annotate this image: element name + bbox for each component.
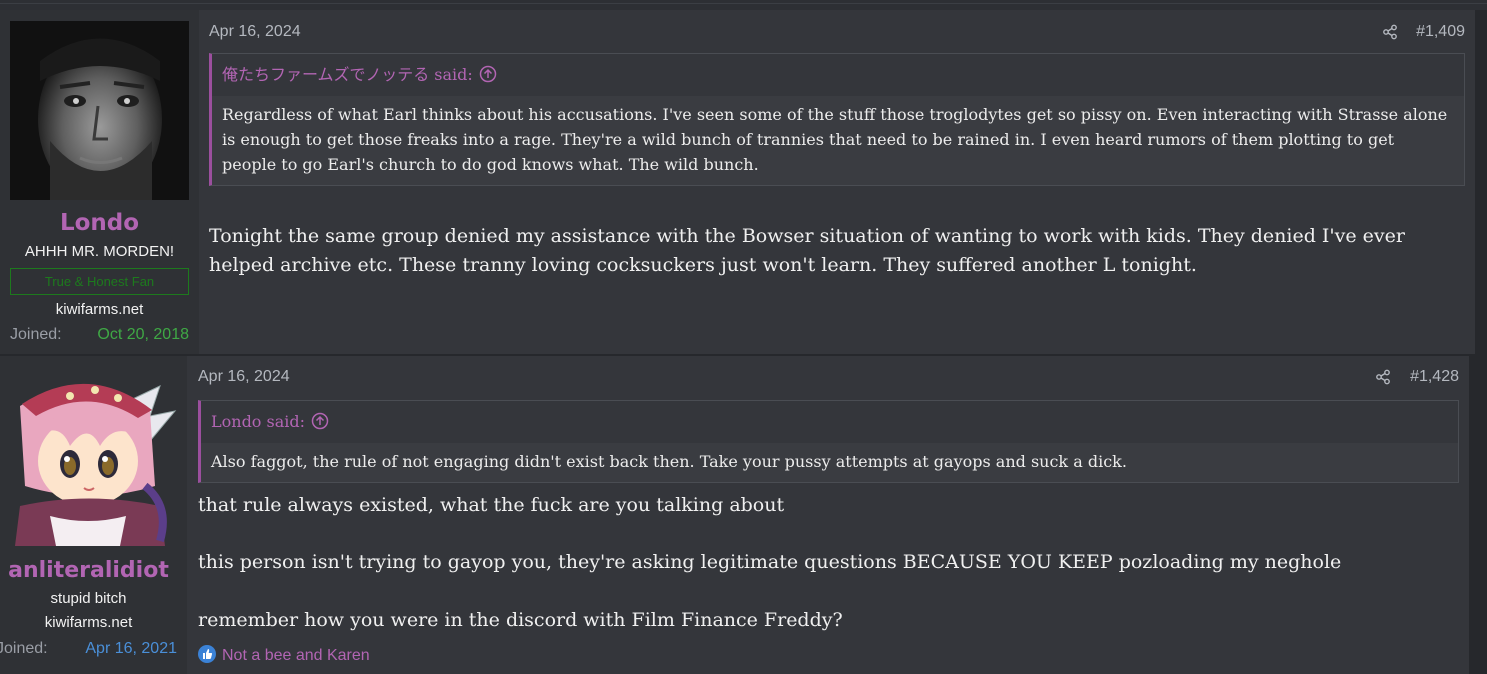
share-icon[interactable] xyxy=(1375,369,1391,385)
user-info-panel: Londo AHHH MR. MORDEN! True & Honest Fan… xyxy=(0,10,199,354)
post-number[interactable]: #1,428 xyxy=(1410,368,1459,386)
post-date[interactable]: Apr 16, 2024 xyxy=(198,368,290,386)
username[interactable]: Londo xyxy=(0,210,199,236)
like-icon xyxy=(198,645,216,663)
joined-label: Joined: xyxy=(10,326,62,343)
message-line: this person isn't trying to gayop you, t… xyxy=(198,551,1342,573)
share-icon[interactable] xyxy=(1382,24,1398,40)
user-site: kiwifarms.net xyxy=(44,614,133,631)
username[interactable]: anliteralidiot xyxy=(0,558,177,583)
post-body: Apr 16, 2024 #1,409 俺たちファームズでノッテる said: … xyxy=(199,10,1475,354)
quote-block: Londo said: Also faggot, the rule of not… xyxy=(198,400,1459,483)
user-banner: True & Honest Fan xyxy=(10,268,189,295)
quote-block: 俺たちファームズでノッテる said: Regardless of what E… xyxy=(209,53,1465,186)
user-title: AHHH MR. MORDEN! xyxy=(24,243,175,260)
joined-date: Oct 20, 2018 xyxy=(97,326,189,343)
post-number[interactable]: #1,409 xyxy=(1416,23,1465,41)
avatar[interactable] xyxy=(0,366,177,546)
user-info-panel: anliteralidiot stupid bitch kiwifarms.ne… xyxy=(0,356,187,674)
user-site: kiwifarms.net xyxy=(55,301,144,318)
joined-date: Apr 16, 2021 xyxy=(85,640,177,657)
quote-text: Regardless of what Earl thinks about his… xyxy=(222,105,1448,174)
post-body: Apr 16, 2024 #1,428 Londo said: Also fag… xyxy=(187,356,1469,674)
previous-post-edge xyxy=(0,0,1487,10)
reactions-users[interactable]: Not a bee and Karen xyxy=(222,647,370,664)
quote-author[interactable]: 俺たちファームズでノッテる said: xyxy=(222,65,473,84)
message-text: Tonight the same group denied my assista… xyxy=(209,225,1405,276)
message-line: remember how you were in the discord wit… xyxy=(198,609,843,631)
quote-text: Also faggot, the rule of not engaging di… xyxy=(211,452,1127,471)
post-date[interactable]: Apr 16, 2024 xyxy=(209,23,301,41)
quote-header[interactable]: 俺たちファームズでノッテる said: xyxy=(212,54,1464,96)
arrow-up-circle-icon[interactable] xyxy=(479,57,497,83)
joined-label: Joined: xyxy=(0,640,48,657)
message-line: that rule always existed, what the fuck … xyxy=(198,494,785,516)
avatar[interactable] xyxy=(10,21,189,200)
reactions-bar[interactable]: Not a bee and Karen xyxy=(198,645,370,665)
post: Londo AHHH MR. MORDEN! True & Honest Fan… xyxy=(0,10,1475,354)
arrow-up-circle-icon[interactable] xyxy=(311,404,329,430)
quote-author[interactable]: Londo said: xyxy=(211,412,305,431)
user-title: stupid bitch xyxy=(50,590,127,607)
post: anliteralidiot stupid bitch kiwifarms.ne… xyxy=(0,356,1469,674)
quote-header[interactable]: Londo said: xyxy=(201,401,1458,443)
